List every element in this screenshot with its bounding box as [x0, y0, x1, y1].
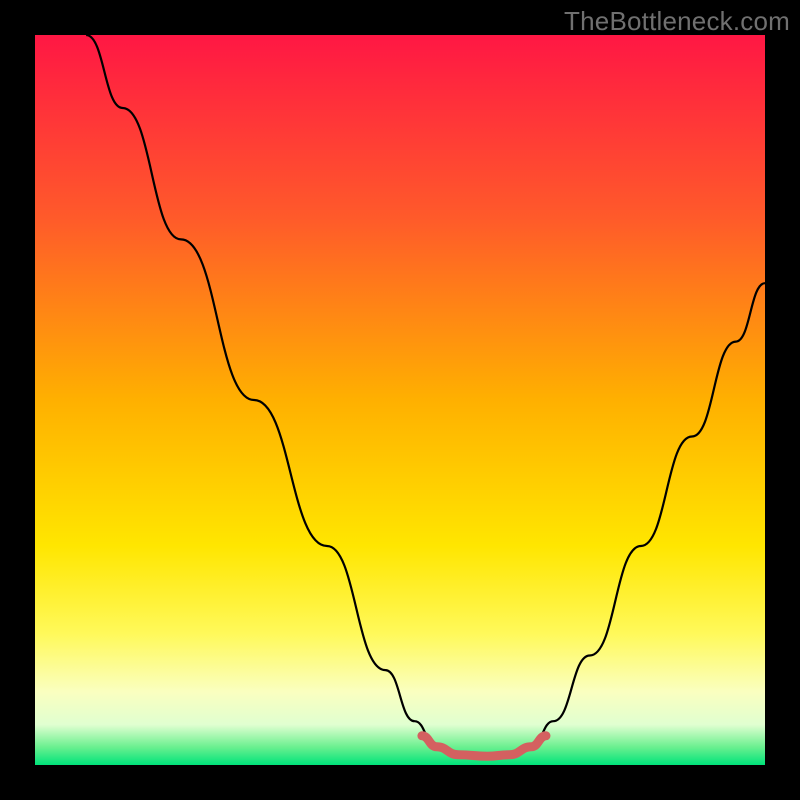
- bottleneck-curve-chart: [0, 0, 800, 800]
- chart-frame: TheBottleneck.com: [0, 0, 800, 800]
- watermark-label: TheBottleneck.com: [564, 6, 790, 37]
